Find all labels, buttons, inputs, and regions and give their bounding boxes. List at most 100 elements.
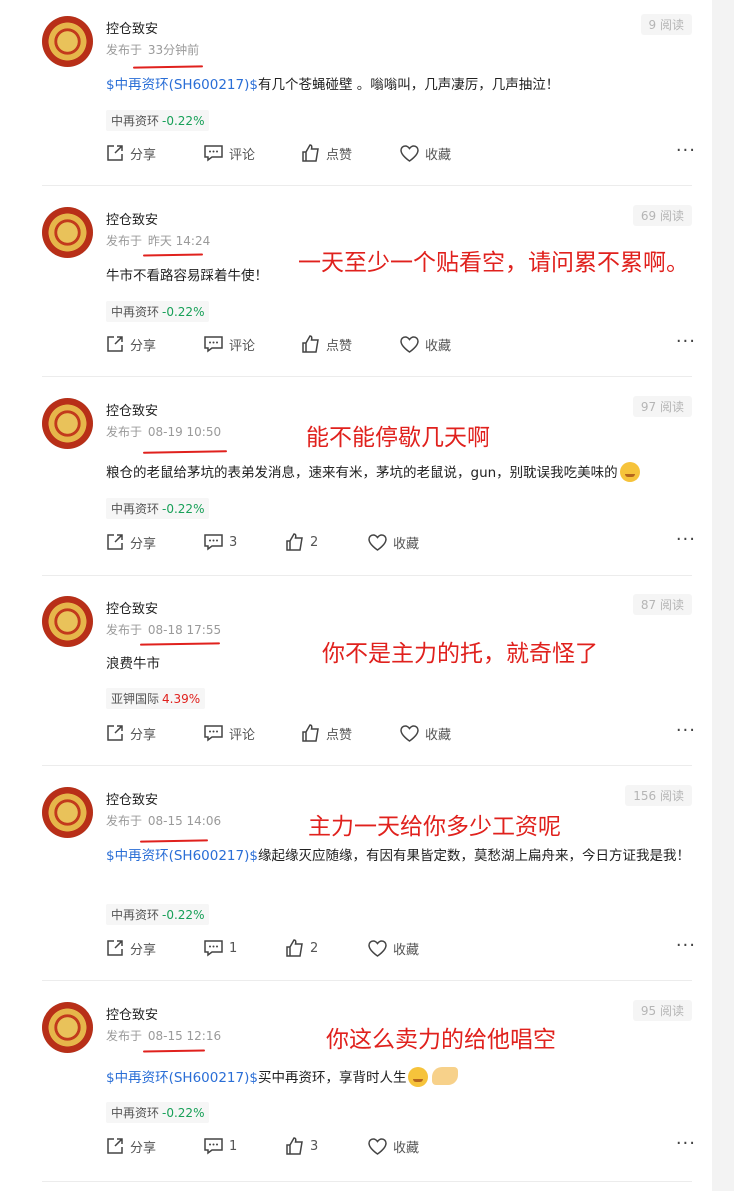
favorite-button[interactable]: 收藏 bbox=[368, 530, 419, 554]
hand-emoji-icon bbox=[432, 1067, 459, 1085]
post-content[interactable]: $中再资环(SH600217)$买中再资环，享背时人生 bbox=[106, 1067, 696, 1090]
share-button[interactable]: 分享 bbox=[106, 936, 156, 960]
stock-tag[interactable]: 中再资环 -0.22% bbox=[106, 110, 210, 131]
author-name[interactable]: 控仓致安 bbox=[106, 789, 158, 808]
favorite-button[interactable]: 收藏 bbox=[368, 936, 419, 960]
comment-button[interactable]: 评论 bbox=[204, 721, 255, 745]
like-button[interactable]: 3 bbox=[286, 1134, 318, 1158]
action-bar: 分享 1 2 收藏 ··· bbox=[106, 936, 696, 960]
comment-label: 评论 bbox=[229, 338, 256, 354]
thumbs-up-icon bbox=[302, 724, 319, 742]
avatar[interactable] bbox=[42, 207, 93, 258]
favorite-button[interactable]: 收藏 bbox=[400, 721, 451, 745]
author-name[interactable]: 控仓致安 bbox=[106, 400, 158, 419]
handwritten-annotation: 能不能停歇几天啊 bbox=[306, 425, 490, 451]
share-button[interactable]: 分享 bbox=[106, 332, 156, 356]
heart-icon bbox=[368, 939, 387, 957]
favorite-button[interactable]: 收藏 bbox=[368, 1134, 419, 1158]
annotation-underline bbox=[142, 450, 228, 454]
post-content[interactable]: 粮仓的老鼠给茅坑的表弟发消息，速来有米，茅坑的老鼠说，gun，别耽误我吃美味的 bbox=[106, 462, 696, 485]
emoji-icon bbox=[408, 1067, 429, 1087]
time-value: 昨天 14:24 bbox=[147, 234, 211, 248]
share-icon bbox=[107, 1138, 123, 1154]
favorite-button[interactable]: 收藏 bbox=[400, 141, 451, 165]
author-name[interactable]: 控仓致安 bbox=[106, 598, 158, 617]
like-button[interactable]: 点赞 bbox=[302, 141, 352, 165]
stock-tag-change: -0.22% bbox=[162, 1106, 205, 1120]
post-time: 发布于 昨天 14:24 bbox=[106, 232, 210, 249]
like-button[interactable]: 点赞 bbox=[302, 332, 352, 356]
like-button[interactable]: 2 bbox=[286, 936, 318, 960]
post-content[interactable]: $中再资环(SH600217)$缘起缘灭应随缘，有因有果皆定数，莫愁湖上扁舟来，… bbox=[106, 845, 696, 868]
share-button[interactable]: 分享 bbox=[106, 141, 156, 165]
scrollbar-track[interactable] bbox=[712, 0, 734, 1191]
action-bar: 分享 评论 点赞 收藏 ··· bbox=[106, 332, 696, 356]
divider bbox=[42, 185, 692, 186]
post-content[interactable]: 浪费牛市 bbox=[106, 653, 696, 676]
favorite-button[interactable]: 收藏 bbox=[400, 332, 451, 356]
more-dots-icon[interactable]: ··· bbox=[676, 141, 696, 161]
time-value: 08-18 17:55 bbox=[147, 623, 222, 637]
like-label: 点赞 bbox=[326, 147, 353, 163]
stock-link[interactable]: $中再资环(SH600217)$ bbox=[106, 848, 258, 864]
post-content[interactable]: 牛市不看路容易踩着牛使！ bbox=[106, 265, 696, 288]
share-label: 分享 bbox=[130, 727, 157, 743]
post-text: 粮仓的老鼠给茅坑的表弟发消息，速来有米，茅坑的老鼠说，gun，别耽误我吃美味的 bbox=[106, 465, 618, 481]
stock-tag[interactable]: 中再资环 -0.22% bbox=[106, 498, 210, 519]
comment-button[interactable]: 评论 bbox=[204, 141, 255, 165]
stock-tag[interactable]: 亚钾国际 4.39% bbox=[106, 688, 206, 709]
more-dots-icon[interactable]: ··· bbox=[676, 332, 696, 352]
time-value: 33分钟前 bbox=[147, 43, 200, 57]
action-bar: 分享 1 3 收藏 ··· bbox=[106, 1134, 696, 1158]
author-name[interactable]: 控仓致安 bbox=[106, 209, 158, 228]
post-content[interactable]: $中再资环(SH600217)$有几个苍蝇碰壁 。嗡嗡叫，几声凄厉，几声抽泣！ bbox=[106, 74, 696, 97]
stock-tag-change: -0.22% bbox=[162, 305, 205, 319]
more-dots-icon[interactable]: ··· bbox=[676, 936, 696, 956]
author-name[interactable]: 控仓致安 bbox=[106, 1004, 158, 1023]
time-value: 08-19 10:50 bbox=[147, 425, 222, 439]
avatar[interactable] bbox=[42, 16, 93, 67]
stock-tag[interactable]: 中再资环 -0.22% bbox=[106, 1102, 210, 1123]
annotation-underline bbox=[139, 839, 209, 843]
more-dots-icon[interactable]: ··· bbox=[676, 1134, 696, 1154]
comment-button[interactable]: 1 bbox=[204, 1134, 237, 1158]
avatar[interactable] bbox=[42, 398, 93, 449]
share-label: 分享 bbox=[130, 1140, 157, 1156]
share-label: 分享 bbox=[130, 147, 157, 163]
like-button[interactable]: 点赞 bbox=[302, 721, 352, 745]
stock-link[interactable]: $中再资环(SH600217)$ bbox=[106, 1070, 258, 1086]
stock-tag-name: 亚钾国际 bbox=[111, 692, 160, 706]
comment-count: 1 bbox=[229, 940, 238, 956]
heart-icon bbox=[400, 724, 419, 742]
read-count-badge: 156 阅读 bbox=[625, 785, 692, 806]
stock-tag-change: -0.22% bbox=[162, 908, 205, 922]
post-time: 发布于 08-18 17:55 bbox=[106, 621, 221, 638]
divider bbox=[42, 575, 692, 576]
share-icon bbox=[107, 725, 123, 741]
stock-tag-change: -0.22% bbox=[162, 114, 205, 128]
comment-button[interactable]: 评论 bbox=[204, 332, 255, 356]
like-button[interactable]: 2 bbox=[286, 530, 318, 554]
comment-button[interactable]: 1 bbox=[204, 936, 237, 960]
share-button[interactable]: 分享 bbox=[106, 1134, 156, 1158]
more-dots-icon[interactable]: ··· bbox=[676, 530, 696, 550]
time-prefix: 发布于 bbox=[106, 234, 143, 248]
action-bar: 分享 评论 点赞 收藏 ··· bbox=[106, 141, 696, 165]
author-name[interactable]: 控仓致安 bbox=[106, 18, 158, 37]
share-button[interactable]: 分享 bbox=[106, 721, 156, 745]
stock-link[interactable]: $中再资环(SH600217)$ bbox=[106, 77, 258, 93]
comment-icon bbox=[204, 335, 223, 352]
post-text: 买中再资环，享背时人生 bbox=[257, 1070, 407, 1086]
stock-tag[interactable]: 中再资环 -0.22% bbox=[106, 904, 210, 925]
post-feed: 控仓致安 发布于 33分钟前 9 阅读 $中再资环(SH600217)$有几个苍… bbox=[0, 0, 712, 1191]
share-button[interactable]: 分享 bbox=[106, 530, 156, 554]
stock-tag[interactable]: 中再资环 -0.22% bbox=[106, 301, 210, 322]
avatar[interactable] bbox=[42, 1002, 93, 1053]
thumbs-up-icon bbox=[286, 939, 303, 957]
avatar[interactable] bbox=[42, 596, 93, 647]
more-dots-icon[interactable]: ··· bbox=[676, 721, 696, 741]
comment-button[interactable]: 3 bbox=[204, 530, 237, 554]
like-count: 3 bbox=[310, 1138, 319, 1154]
post-item: 控仓致安 发布于 08-18 17:55 87 阅读 你不是主力的托，就奇怪了 … bbox=[0, 580, 712, 766]
avatar[interactable] bbox=[42, 787, 93, 838]
